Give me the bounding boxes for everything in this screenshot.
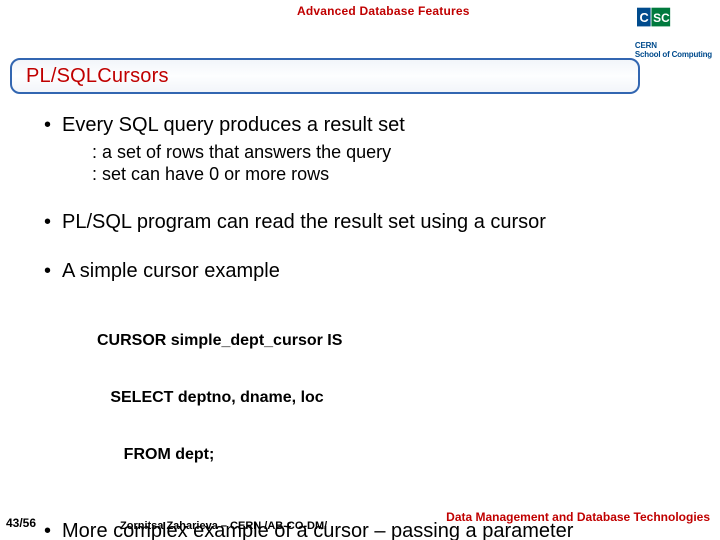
cern-logo-block: C SC CERN School of Computing: [635, 6, 712, 59]
csc-logo-icon: C SC: [635, 6, 673, 40]
svg-text:SC: SC: [653, 11, 670, 25]
footer-author: Zornitsa Zaharieva – CERN /AB-CO-DM/: [120, 520, 327, 532]
slide: Advanced Database Features C SC CERN Sch…: [0, 4, 720, 540]
code1-line1: CURSOR simple_dept_cursor IS: [97, 331, 682, 350]
page-number: 43/56: [6, 516, 36, 530]
bullet-2: PL/SQL program can read the result set u…: [42, 211, 682, 234]
footer-topic: Data Management and Database Technologie…: [446, 510, 710, 524]
svg-text:C: C: [639, 10, 648, 25]
code1-line2: SELECT deptno, dname, loc: [97, 388, 682, 407]
slide-title-bar: PL/SQLCursors: [10, 58, 640, 94]
bullet-1: Every SQL query produces a result set: [42, 114, 682, 137]
bullet-1-sub-2: : set can have 0 or more rows: [92, 163, 682, 185]
bullet-1-sub-1: : a set of rows that answers the query: [92, 141, 682, 163]
logo-text-line2: School of Computing: [635, 50, 712, 59]
code1-line3: FROM dept;: [97, 445, 682, 464]
content-area: Every SQL query produces a result set : …: [42, 114, 682, 540]
bullet-3: A simple cursor example: [42, 260, 682, 283]
code-block-1: CURSOR simple_dept_cursor IS SELECT dept…: [97, 293, 682, 502]
slide-title: PL/SQLCursors: [26, 65, 169, 88]
logo-text-line1: CERN: [635, 41, 712, 50]
